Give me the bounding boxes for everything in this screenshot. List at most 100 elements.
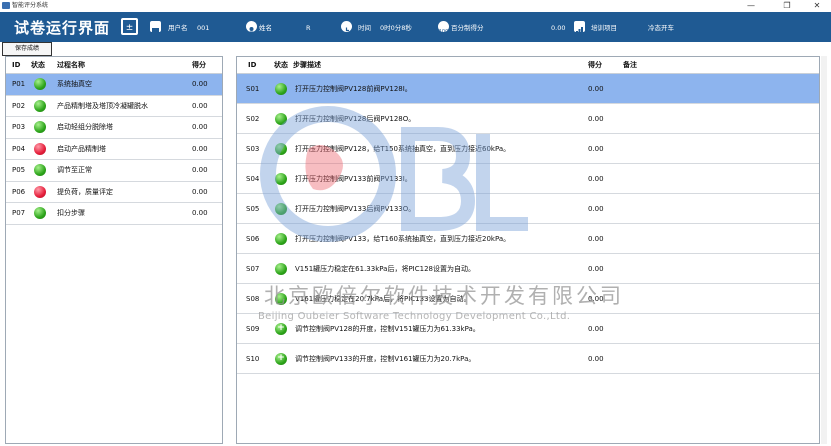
process-row[interactable]: P02 产品精制塔及塔顶冷凝罐脱水 0.00 bbox=[6, 96, 222, 117]
col-id: ID bbox=[248, 61, 257, 69]
process-score: 0.00 bbox=[192, 209, 208, 218]
step-desc: 打开压力控制阀PV133后阀PV133O。 bbox=[295, 204, 416, 213]
step-score: 0.00 bbox=[588, 204, 604, 213]
name-label: 姓名 bbox=[259, 24, 272, 32]
step-row[interactable]: S04 打开压力控制阀PV133前阀PV133I。 0.00 bbox=[237, 164, 819, 194]
step-row[interactable]: S10 调节控制阀PV133的开度，控制V161罐压力为20.7kPa。 0.00 bbox=[237, 344, 819, 374]
watermark-company-cn: 北京欧倍尔软件技术开发有限公司 bbox=[264, 284, 624, 308]
svg-text:±: ± bbox=[126, 23, 134, 33]
step-row[interactable]: S03 打开压力控制阀PV128，给T150系统抽真空，直到压力接近60kPa。 0… bbox=[237, 134, 819, 164]
col-id: ID bbox=[12, 61, 21, 69]
status-red-icon bbox=[34, 185, 46, 198]
status-green-icon bbox=[275, 232, 287, 245]
col-step-desc: 步骤描述 bbox=[293, 61, 321, 69]
step-table-header: ID 状态 步骤描述 得分 备注 bbox=[237, 57, 819, 74]
process-name: 启动产品精制塔 bbox=[57, 144, 106, 153]
time-label: 时间 bbox=[358, 24, 371, 32]
process-row[interactable]: P03 启动轻组分脱除塔 0.00 bbox=[6, 117, 222, 139]
process-row[interactable]: P01 系统抽真空 0.00 bbox=[6, 74, 222, 96]
svg-text:100: 100 bbox=[439, 29, 449, 35]
status-green-icon bbox=[275, 172, 287, 185]
step-desc: 打开压力控制阀PV133，给T160系统抽真空，直到压力接近20kPa。 bbox=[295, 234, 511, 243]
person-icon bbox=[246, 21, 257, 35]
process-row[interactable]: P07 扣分步骤 0.00 bbox=[6, 203, 222, 225]
step-row[interactable]: S06 打开压力控制阀PV133，给T160系统抽真空，直到压力接近20kPa。 0… bbox=[237, 224, 819, 254]
process-id: P07 bbox=[12, 209, 26, 218]
step-id: S08 bbox=[246, 294, 260, 303]
status-add-icon bbox=[275, 352, 287, 365]
step-id: S07 bbox=[246, 264, 260, 273]
step-score: 0.00 bbox=[588, 354, 604, 363]
step-desc: 打开压力控制阀PV128前阀PV128I。 bbox=[295, 84, 412, 93]
status-green-icon bbox=[275, 112, 287, 125]
step-score: 0.00 bbox=[588, 234, 604, 243]
process-name: 系统抽真空 bbox=[57, 80, 92, 89]
maximize-button[interactable]: ❐ bbox=[776, 0, 798, 12]
step-id: S01 bbox=[246, 84, 260, 93]
status-green-icon bbox=[34, 207, 46, 220]
name-value: R bbox=[306, 24, 311, 32]
process-name: 启动轻组分脱除塔 bbox=[57, 123, 113, 132]
step-score: 0.00 bbox=[588, 114, 604, 123]
step-id: S06 bbox=[246, 234, 260, 243]
time-value: 0时0分8秒 bbox=[380, 24, 412, 32]
process-row[interactable]: P05 调节至正常 0.00 bbox=[6, 160, 222, 182]
process-score: 0.00 bbox=[192, 101, 208, 110]
process-name: 扣分步骤 bbox=[57, 209, 85, 218]
status-green-icon bbox=[275, 202, 287, 215]
step-id: S03 bbox=[246, 144, 260, 153]
col-remark: 备注 bbox=[623, 61, 637, 69]
project-label: 培训项目 bbox=[591, 24, 617, 32]
process-name: 提负荷，质量评定 bbox=[57, 187, 113, 196]
clock-icon bbox=[341, 21, 352, 32]
username-value: 001 bbox=[197, 24, 210, 32]
watermark-company-en: Beijing Oubeier Software Technology Deve… bbox=[258, 311, 571, 322]
step-table: ID 状态 步骤描述 得分 备注 S01 打开压力控制阀PV128前阀PV128I… bbox=[236, 56, 820, 444]
step-desc: 调节控制阀PV133的开度，控制V161罐压力为20.7kPa。 bbox=[295, 354, 476, 363]
process-id: P03 bbox=[12, 123, 26, 132]
process-id: P06 bbox=[12, 187, 26, 196]
step-id: S09 bbox=[246, 324, 260, 333]
process-row[interactable]: P04 启动产品精制塔 0.00 bbox=[6, 139, 222, 160]
process-name: 产品精制塔及塔顶冷凝罐脱水 bbox=[57, 101, 148, 110]
step-row[interactable]: S02 打开压力控制阀PV128后阀PV128O。 0.00 bbox=[237, 104, 819, 134]
minimize-button[interactable]: — bbox=[740, 0, 762, 12]
process-score: 0.00 bbox=[192, 80, 208, 89]
vertical-scrollbar[interactable] bbox=[821, 56, 827, 444]
step-score: 0.00 bbox=[588, 144, 604, 153]
save-score-button[interactable]: 保存成绩 bbox=[2, 42, 52, 56]
step-desc: 调节控制阀PV128的开度，控制V151罐压力为61.33kPa。 bbox=[295, 324, 480, 333]
status-green-icon bbox=[34, 164, 46, 177]
step-id: S04 bbox=[246, 174, 260, 183]
step-desc: V151罐压力稳定在61.33kPa后，将PIC128设置为自动。 bbox=[295, 264, 475, 273]
process-score: 0.00 bbox=[192, 144, 208, 153]
page-title: 试卷运行界面 bbox=[14, 19, 111, 37]
step-desc: 打开压力控制阀PV128，给T150系统抽真空，直到压力接近60kPa。 bbox=[295, 144, 511, 153]
status-add-icon bbox=[275, 322, 287, 335]
col-score: 得分 bbox=[588, 61, 602, 69]
project-value: 冷态开车 bbox=[648, 24, 674, 32]
header-bar: 试卷运行界面 ± 用户名 001 姓名 R 时间 0时0分8秒 100 百分制得… bbox=[0, 12, 831, 42]
app-icon bbox=[2, 2, 10, 9]
training-chart-icon bbox=[574, 21, 585, 34]
step-id: S10 bbox=[246, 354, 260, 363]
step-row[interactable]: S01 打开压力控制阀PV128前阀PV128I。 0.00 bbox=[237, 74, 819, 104]
step-score: 0.00 bbox=[588, 174, 604, 183]
window-title: 智能评分系统 bbox=[12, 2, 49, 9]
process-id: P04 bbox=[12, 144, 26, 153]
process-table: ID 状态 过程名称 得分 P01 系统抽真空 0.00 P02 产品精制塔及塔顶冷凝罐… bbox=[5, 56, 223, 444]
step-score: 0.00 bbox=[588, 324, 604, 333]
close-button[interactable]: ✕ bbox=[806, 0, 828, 12]
process-score: 0.00 bbox=[192, 166, 208, 175]
process-row[interactable]: P06 提负荷，质量评定 0.00 bbox=[6, 182, 222, 203]
step-score: 0.00 bbox=[588, 264, 604, 273]
step-row[interactable]: S05 打开压力控制阀PV133后阀PV133O。 0.00 bbox=[237, 194, 819, 224]
step-id: S05 bbox=[246, 204, 260, 213]
step-score: 0.00 bbox=[588, 84, 604, 93]
user-card-icon bbox=[150, 21, 161, 33]
score-icon: 100 bbox=[438, 21, 449, 35]
score-label: 百分制得分 bbox=[451, 24, 484, 32]
status-green-icon bbox=[275, 142, 287, 155]
col-status: 状态 bbox=[31, 61, 45, 69]
process-id: P02 bbox=[12, 101, 26, 110]
